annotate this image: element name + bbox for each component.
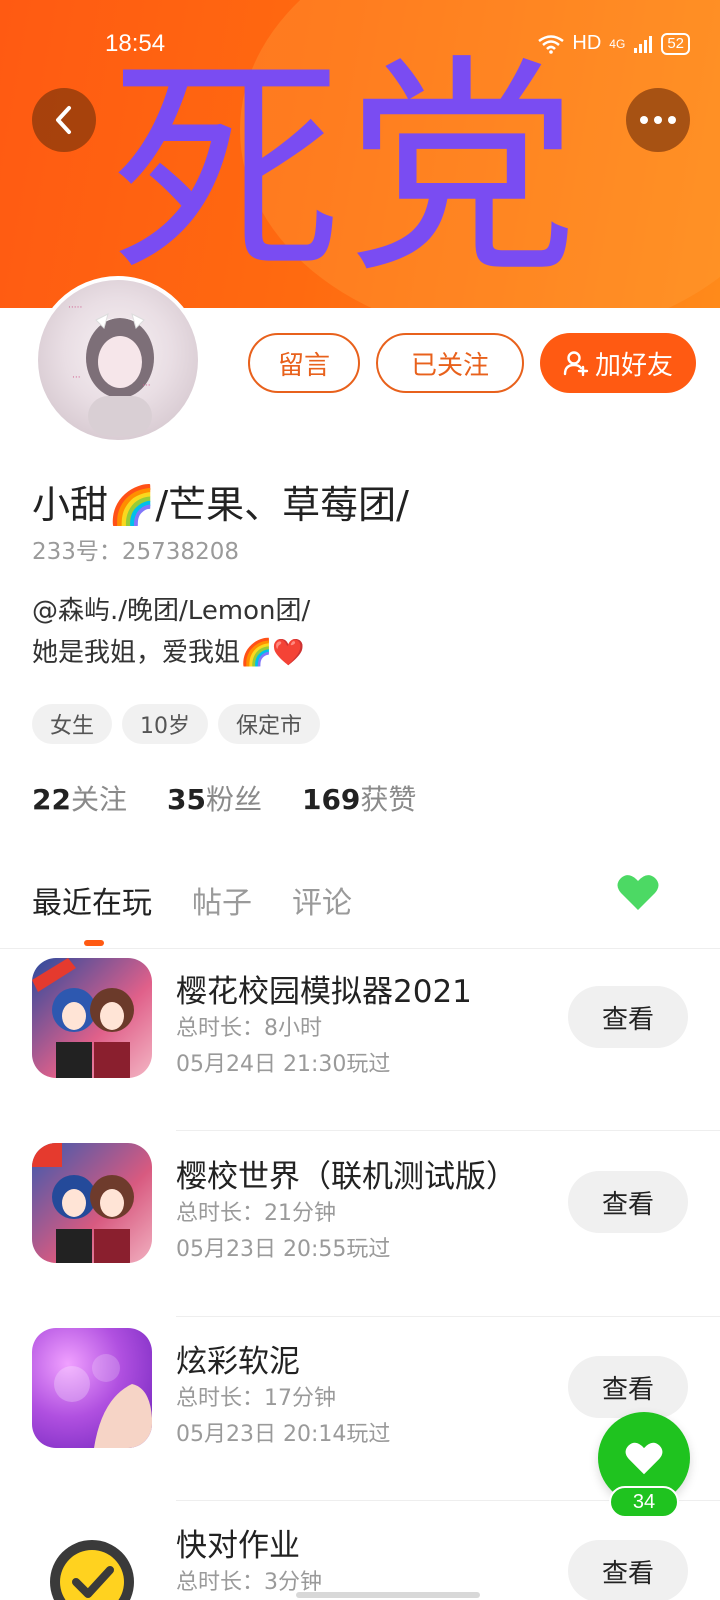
like-count-badge: 34 [609,1486,679,1518]
tab-posts[interactable]: 帖子 [192,878,252,922]
view-button[interactable]: 查看 [568,1540,688,1600]
stat-number: 22 [32,783,71,816]
tag-city: 保定市 [218,704,321,744]
stat-fans[interactable]: 35粉丝 [167,778,262,818]
stat-label: 关注 [70,783,127,816]
avatar-image: ····· ··· ··· [38,280,198,440]
svg-text:···: ··· [72,373,81,383]
row-divider [176,1130,720,1131]
list-item[interactable]: 樱花校园模拟器2021 总时长：8小时 05月24日 21:30玩过 查看 [0,958,720,1144]
stat-label: 粉丝 [205,783,262,816]
stat-number: 169 [301,783,361,816]
stat-following[interactable]: 22关注 [32,778,127,818]
battery-indicator: 52 [661,32,690,55]
more-dots-icon [640,116,676,124]
active-tab-indicator [84,940,104,946]
view-button[interactable]: 查看 [568,986,688,1048]
svg-text:·····: ····· [68,303,82,313]
tag-gender: 女生 [32,704,113,744]
game-duration: 总时长：21分钟 [176,1201,336,1226]
tab-recently-played[interactable]: 最近在玩 [32,878,152,922]
bio-line: @森屿./晚团/Lemon团/ [32,596,311,626]
signal-label: 4G [609,36,626,51]
stat-likes[interactable]: 169获赞 [302,778,416,818]
profile-actions: 留言 已关注 加好友 [248,333,696,393]
game-last-played: 05月23日 20:14玩过 [176,1422,391,1447]
game-title: 快对作业 [176,1528,300,1564]
home-indicator [296,1592,480,1598]
game-title: 炫彩软泥 [176,1344,300,1380]
list-item[interactable]: 快对作业 总时长：3分钟 查看 [0,1512,720,1600]
chevron-left-icon [56,106,71,134]
view-button[interactable]: 查看 [568,1356,688,1418]
profile-tags: 女生 10岁 保定市 [32,704,321,744]
status-indicators: HD 4G 52 [538,32,690,55]
avatar-portrait-icon: ····· ··· ··· [68,303,154,436]
bio-line: 她是我姐，爱我姐🌈❤️ [32,638,305,668]
status-bar: 18:54 HD 4G 52 [0,0,720,92]
tab-comments[interactable]: 评论 [292,878,352,922]
profile-uid: 233号：25738208 [32,539,239,565]
following-button[interactable]: 已关注 [376,333,524,393]
game-icon [32,1512,152,1600]
message-button[interactable]: 留言 [248,333,360,393]
view-button[interactable]: 查看 [568,1171,688,1233]
stat-number: 35 [166,783,206,816]
avatar[interactable]: ····· ··· ··· [34,276,202,444]
add-user-icon [563,351,589,376]
profile-tabs: 最近在玩 帖子 评论 [32,878,352,922]
row-divider [176,1316,720,1317]
game-title: 樱校世界（联机测试版） [176,1159,517,1195]
profile-bio: @森屿./晚团/Lemon团/ 她是我姐，爱我姐🌈❤️ [32,590,310,674]
network-label: HD [572,32,602,54]
profile-stats: 22关注 35粉丝 169获赞 [32,778,416,818]
wifi-icon [538,34,565,54]
game-duration: 总时长：17分钟 [176,1386,336,1411]
svg-text:···: ··· [142,381,151,391]
game-last-played: 05月23日 20:55玩过 [176,1237,391,1262]
more-options-button[interactable] [626,88,690,152]
signal-icon [634,35,653,53]
game-icon [32,1328,152,1448]
tabs-divider [0,948,720,949]
tag-age: 10岁 [122,704,209,744]
add-friend-button[interactable]: 加好友 [540,333,696,393]
game-duration: 总时长：8小时 [176,1016,322,1041]
profile-name: 小甜🌈/芒果、草莓团/ [32,483,409,527]
heart-icon[interactable] [616,872,660,912]
add-friend-label: 加好友 [594,350,673,381]
status-time: 18:54 [105,30,166,57]
back-button[interactable] [32,88,96,152]
game-title: 樱花校园模拟器2021 [176,974,472,1010]
stat-label: 获赞 [360,783,417,816]
game-icon [32,958,152,1078]
game-last-played: 05月24日 21:30玩过 [176,1052,391,1077]
game-icon [32,1143,152,1263]
list-item[interactable]: 樱校世界（联机测试版） 总时长：21分钟 05月23日 20:55玩过 查看 [0,1143,720,1329]
heart-icon [625,1442,663,1475]
